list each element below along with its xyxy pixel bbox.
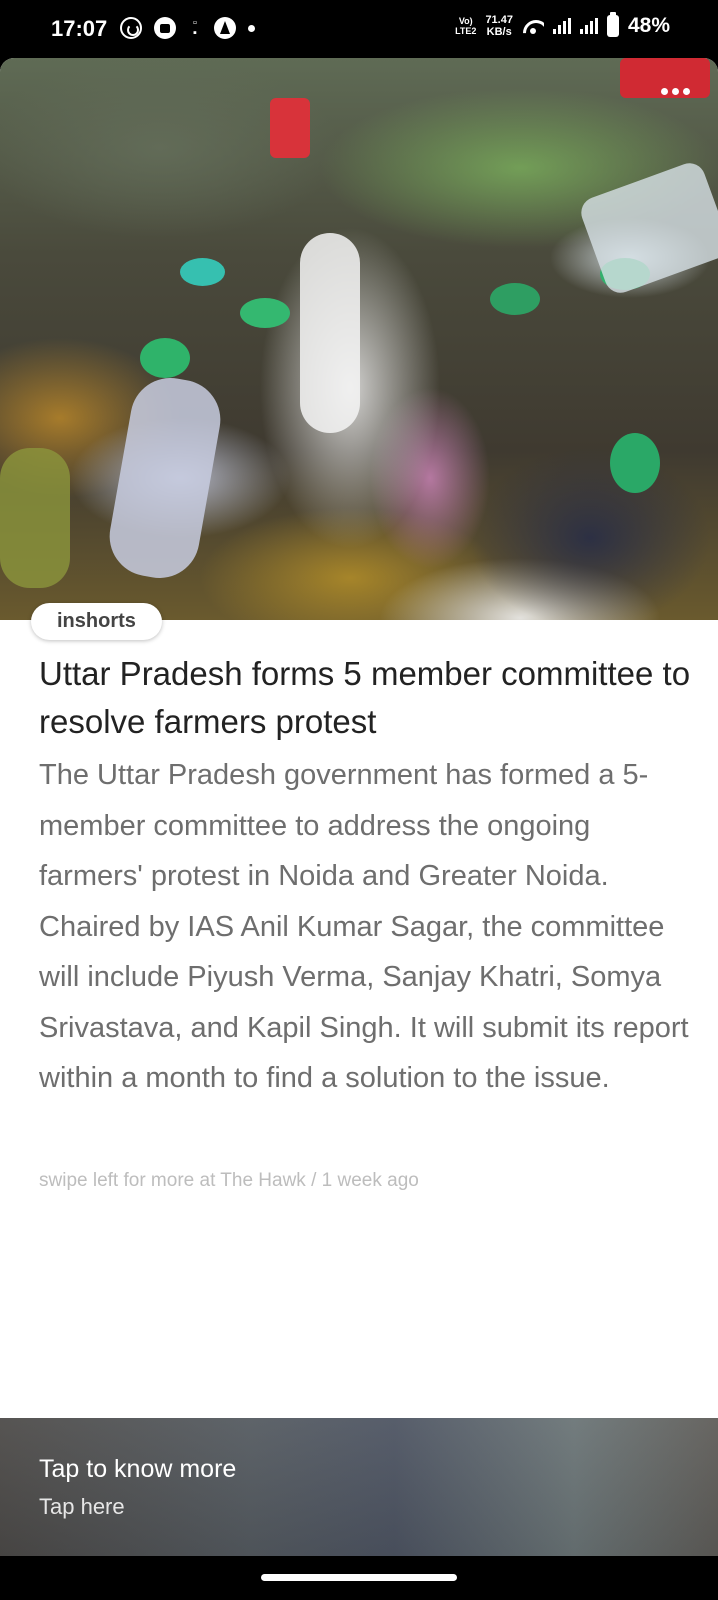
speed-unit: KB/s [486,26,512,38]
wifi-icon [522,18,544,34]
more-options-icon[interactable] [661,88,690,95]
signal-icon [579,18,598,34]
article-byline[interactable]: swipe left for more at The Hawk / 1 week… [39,1170,419,1192]
home-indicator[interactable] [261,1574,457,1581]
volte-label: LTE2 [455,26,477,36]
article-summary: The Uttar Pradesh government has formed … [39,759,689,1094]
crowd-figure [240,298,290,328]
network-speed: 71.47 KB/s [485,14,513,38]
crowd-figure [180,258,225,286]
news-card[interactable]: inshorts Uttar Pradesh forms 5 member co… [0,58,718,1556]
notification-icons: ▫ ▪ [120,17,255,39]
flag [270,98,310,158]
bag-icon [154,17,176,39]
crowd-figure [0,448,70,588]
sim-icon: ▫ ▪ [193,17,197,39]
crowd-figure [140,338,190,378]
battery-percent: 48% [627,14,670,37]
speed-value: 71.47 [485,14,513,26]
system-icons: Vo) LTE2 71.47 KB/s 48% [455,12,670,38]
navigation-icon [214,17,236,39]
crowd-figure [610,433,660,493]
crowd-figure [300,233,360,433]
police-shield [576,158,718,298]
know-more-title: Tap to know more [39,1455,237,1483]
signal-icon [552,18,571,34]
status-bar: 17:07 ▫ ▪ Vo) LTE2 71.47 KB/s 48% [0,0,718,60]
volte-icon: Vo) LTE2 [455,16,477,36]
know-more-panel[interactable]: Tap to know more Tap here [0,1418,718,1556]
status-time: 17:07 [51,16,108,41]
crowd-figure [490,283,540,315]
article-headline: Uttar Pradesh forms 5 member committee t… [39,655,691,740]
battery-icon [606,12,619,37]
whatsapp-icon [120,17,142,39]
dot-icon [248,24,255,32]
source-badge: inshorts [31,603,162,640]
know-more-link[interactable]: Tap here [39,1494,125,1520]
article-image[interactable] [0,58,718,620]
crowd-figure [103,371,227,585]
